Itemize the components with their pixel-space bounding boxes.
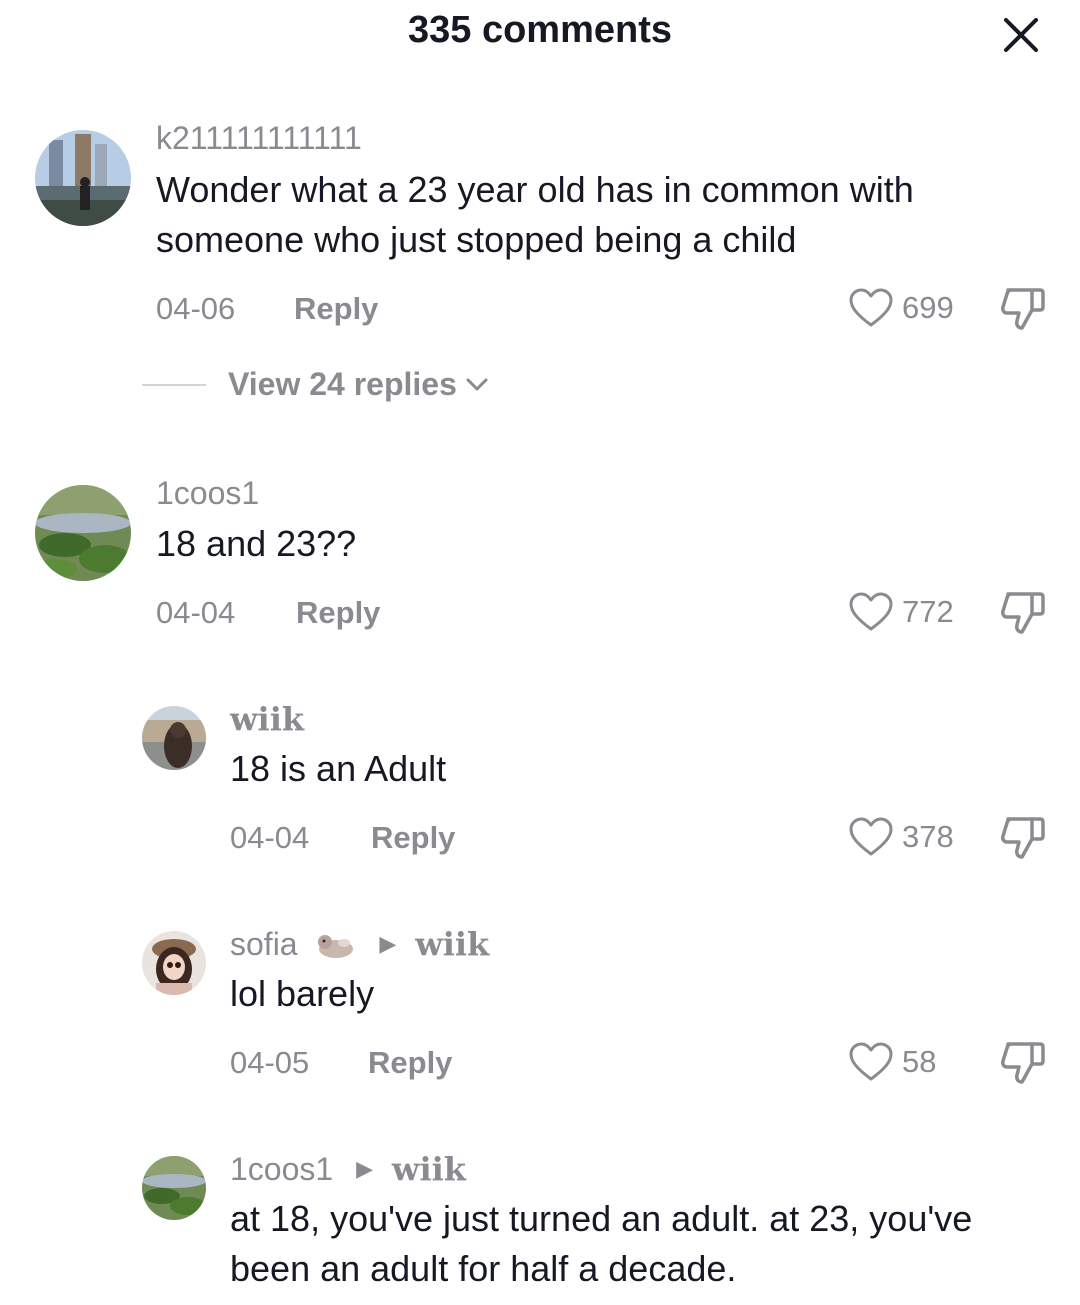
- like-count: 378: [902, 819, 954, 854]
- like-count: 699: [902, 290, 954, 325]
- reply-target-username[interactable]: wiik: [392, 1150, 466, 1188]
- thumbs-down-icon[interactable]: [998, 815, 1048, 861]
- like-button[interactable]: 699: [848, 285, 954, 331]
- otter-emoji-icon: [318, 935, 354, 958]
- reply-text: 18 is an Adult: [230, 748, 447, 789]
- comment-text: 18 and 23??: [156, 523, 357, 564]
- like-button[interactable]: 772: [848, 589, 954, 635]
- reply-header: sofia ▶ wiik: [230, 924, 489, 964]
- reply-button[interactable]: Reply: [371, 818, 455, 858]
- reply-date: 04-05: [230, 1045, 310, 1080]
- comments-count-title: 335 comments: [407, 9, 672, 51]
- avatar[interactable]: [35, 130, 131, 226]
- triangle-right-icon: ▶: [356, 1156, 373, 1181]
- avatar[interactable]: [142, 1156, 206, 1220]
- thumbs-down-icon[interactable]: [998, 1040, 1048, 1086]
- like-button[interactable]: 378: [848, 814, 954, 860]
- avatar[interactable]: [35, 485, 131, 581]
- comment-date: 04-06: [156, 291, 236, 326]
- reply-header: 1coos1 ▶ wiik: [230, 1149, 466, 1189]
- view-replies-label: View 24 replies: [228, 366, 457, 402]
- heart-icon: [849, 817, 893, 856]
- reply-target-username[interactable]: wiik: [415, 925, 489, 963]
- divider-line: [142, 383, 206, 386]
- reply-username[interactable]: sofia: [230, 926, 298, 962]
- comment-date: 04-04: [156, 595, 236, 630]
- reply-button[interactable]: Reply: [294, 289, 378, 329]
- like-count: 772: [902, 594, 954, 629]
- triangle-right-icon: ▶: [379, 931, 397, 956]
- reply-button[interactable]: Reply: [368, 1043, 452, 1083]
- comment-username[interactable]: 1coos1: [156, 473, 259, 513]
- thumbs-down-icon[interactable]: [998, 590, 1048, 636]
- heart-icon: [849, 1042, 893, 1081]
- thumbs-down-icon[interactable]: [998, 286, 1048, 332]
- like-count: 58: [902, 1044, 937, 1079]
- comment-text: Wonder what a 23 year old has in common …: [156, 169, 914, 260]
- reply-date: 04-04: [230, 820, 310, 855]
- view-replies-button[interactable]: View 24 replies: [142, 366, 491, 403]
- reply-text: lol barely: [230, 973, 375, 1014]
- like-button[interactable]: 58: [848, 1039, 936, 1085]
- comment-username[interactable]: k211111111111: [156, 118, 362, 158]
- avatar[interactable]: [142, 706, 206, 770]
- reply-button[interactable]: Reply: [296, 593, 380, 633]
- heart-icon: [849, 288, 893, 327]
- reply-text: at 18, you've just turned an adult. at 2…: [230, 1198, 973, 1289]
- reply-username[interactable]: wiik: [230, 699, 304, 739]
- heart-icon: [849, 592, 893, 631]
- chevron-down-icon: [466, 378, 488, 390]
- close-icon[interactable]: [998, 12, 1044, 58]
- reply-username[interactable]: 1coos1: [230, 1151, 333, 1187]
- avatar[interactable]: [142, 931, 206, 995]
